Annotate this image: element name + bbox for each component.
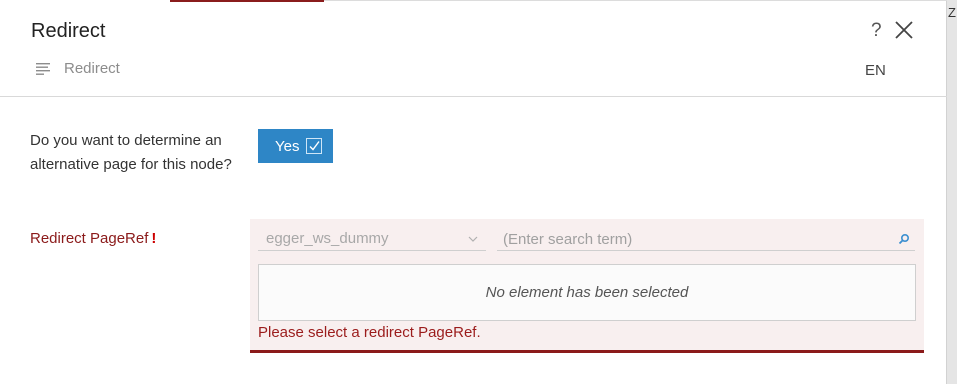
- dialog-title: Redirect: [31, 20, 106, 42]
- close-button[interactable]: [894, 20, 914, 40]
- error-underline: [250, 350, 924, 353]
- project-select[interactable]: egger_ws_dummy: [258, 229, 486, 251]
- background-window: [947, 0, 957, 384]
- empty-selection-text: No element has been selected: [485, 284, 689, 301]
- chevron-down-icon: [468, 236, 478, 242]
- redirect-question-label: Do you want to determine an alternative …: [30, 132, 232, 173]
- redirect-toggle-button[interactable]: Yes: [258, 129, 333, 163]
- breadcrumb: Redirect: [64, 60, 120, 77]
- header-divider: [0, 96, 947, 97]
- selected-pageref-box: No element has been selected: [258, 264, 916, 321]
- close-icon: [895, 21, 913, 39]
- search-input[interactable]: [497, 229, 887, 250]
- validation-error-message: Please select a redirect PageRef.: [258, 324, 481, 341]
- project-select-value: egger_ws_dummy: [266, 230, 389, 247]
- language-switcher[interactable]: EN: [865, 62, 886, 80]
- redirect-toggle-label: Yes: [275, 137, 300, 155]
- list-lines-icon: [36, 63, 50, 75]
- checkbox-checked-icon: [306, 138, 323, 154]
- active-tab-indicator: [170, 0, 324, 2]
- required-marker: !: [151, 230, 157, 247]
- screen: Z Redirect ? Redirect EN Do you want to …: [0, 0, 957, 384]
- pageref-field-label: Redirect PageRef!: [30, 230, 156, 248]
- top-border: [324, 0, 947, 1]
- search-icon[interactable]: [898, 233, 910, 245]
- search-field: [497, 229, 915, 251]
- pageref-label-text: Redirect PageRef: [30, 230, 149, 247]
- redirect-dialog: Redirect ? Redirect EN Do you want to de…: [0, 0, 947, 384]
- background-window-text: Z: [948, 5, 956, 20]
- help-button[interactable]: ?: [871, 20, 887, 42]
